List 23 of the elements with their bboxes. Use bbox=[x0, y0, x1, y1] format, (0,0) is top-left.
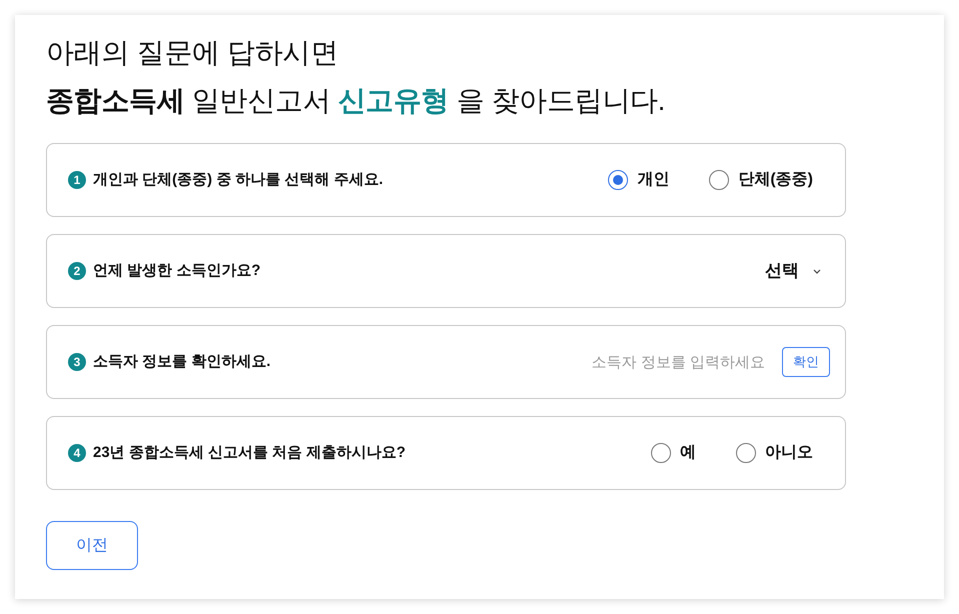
confirm-button[interactable]: 확인 bbox=[782, 347, 830, 377]
back-button[interactable]: 이전 bbox=[46, 521, 138, 570]
income-info-field[interactable]: 소득자 정보를 입력하세요 bbox=[581, 347, 765, 377]
option-label[interactable]: 단체(종중) bbox=[738, 168, 813, 192]
chevron-down-icon bbox=[813, 268, 821, 274]
radio-button[interactable] bbox=[736, 443, 756, 463]
number-badge: 1 bbox=[68, 171, 86, 189]
number-badge: 2 bbox=[68, 262, 86, 280]
number-badge: 3 bbox=[68, 353, 86, 371]
heading-line: 아래의 질문에 답하시면 bbox=[46, 36, 338, 70]
radio-button[interactable] bbox=[651, 443, 671, 463]
question-text: 23년 종합소득세 신고서를 처음 제출하시나요? bbox=[93, 442, 406, 463]
dropdown-select[interactable]: 선택 bbox=[765, 258, 821, 284]
heading-line: 종합소득세 일반신고서 신고유형 을 찾아드립니다. bbox=[46, 84, 666, 118]
option-label[interactable]: 아니오 bbox=[765, 441, 813, 465]
number-badge: 4 bbox=[68, 444, 86, 462]
radio-button[interactable] bbox=[709, 170, 730, 190]
question-text: 언제 발생한 소득인가요? bbox=[93, 260, 260, 281]
option-label[interactable]: 예 bbox=[680, 441, 696, 465]
radio-button[interactable] bbox=[608, 170, 628, 190]
question-text: 소득자 정보를 확인하세요. bbox=[93, 352, 271, 372]
question-text: 개인과 단체(종중) 중 하나를 선택해 주세요. bbox=[93, 170, 383, 190]
option-label[interactable]: 개인 bbox=[637, 168, 670, 192]
